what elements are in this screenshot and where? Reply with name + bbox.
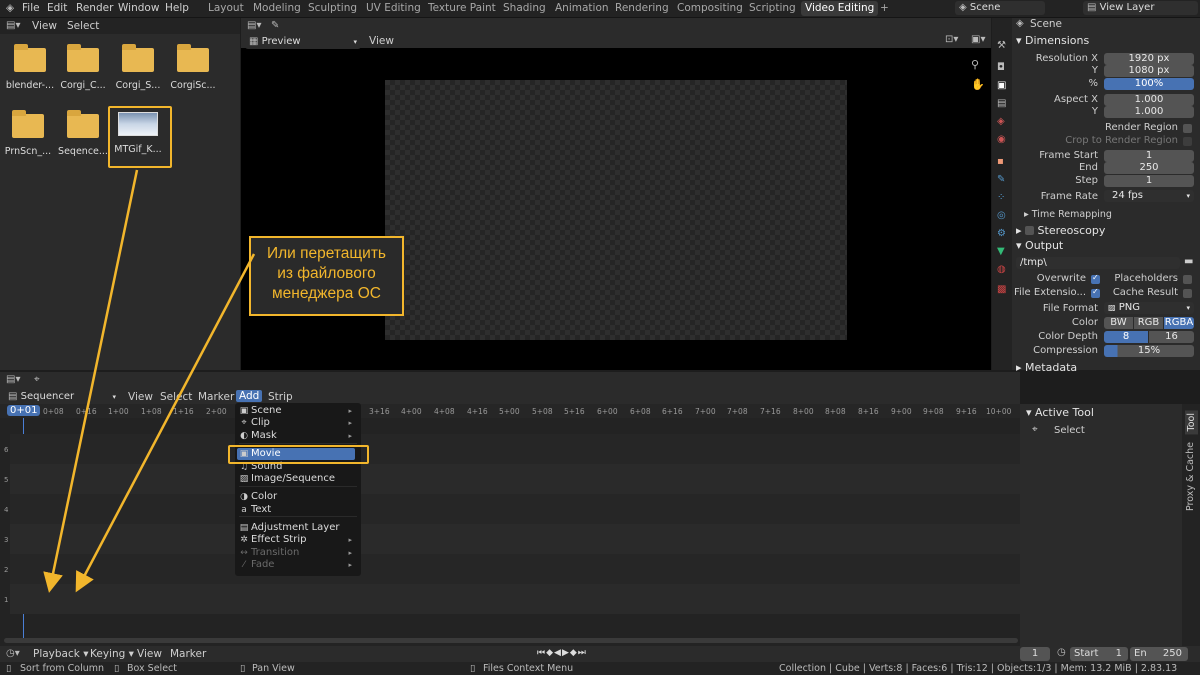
mouse-left-icon: ▯ — [6, 663, 12, 674]
clock-icon[interactable]: ◷ — [1057, 647, 1066, 658]
status-stats: Collection | Cube | Verts:8 | Faces:6 | … — [779, 663, 1178, 674]
start-frame-field[interactable]: Start 1 — [1070, 647, 1128, 661]
current-frame-field[interactable]: 1 — [1020, 647, 1050, 661]
jump-start-icon[interactable]: ⏮ — [537, 648, 546, 658]
next-keyframe-icon[interactable]: ◆ — [570, 648, 578, 658]
status-box-select-hint: Box Select — [127, 663, 177, 674]
editor-type-icon[interactable]: ◷▾ — [6, 648, 20, 659]
status-sort-hint: Sort from Column — [20, 663, 105, 674]
arrow-from-callout — [75, 253, 256, 593]
playback-controls: ⏮◆◀▶◆⏭ — [537, 648, 637, 660]
timeline-header: ◷▾ Playback ▾ Keying ▾ View Marker ⏮◆◀▶◆… — [0, 646, 1200, 662]
play-icon[interactable]: ▶ — [562, 648, 570, 658]
tl-menu-view[interactable]: View — [137, 648, 162, 660]
mouse-drag-icon: ▯ — [114, 663, 120, 674]
status-pan-hint: Pan View — [252, 663, 295, 674]
tl-menu-playback[interactable]: Playback ▾ — [33, 648, 88, 660]
play-reverse-icon[interactable]: ◀ — [554, 648, 562, 658]
tl-menu-keying[interactable]: Keying ▾ — [90, 648, 134, 660]
status-bar: ▯ Sort from Column ▯ Box Select ▯ Pan Vi… — [0, 662, 1200, 675]
status-context-hint: Files Context Menu — [483, 663, 574, 674]
arrow-from-file — [43, 169, 139, 593]
mouse-middle-icon: ▯ — [240, 663, 246, 674]
mouse-right-icon: ▯ — [470, 663, 476, 674]
end-frame-field[interactable]: En 250 — [1130, 647, 1188, 661]
tl-menu-marker[interactable]: Marker — [170, 648, 206, 660]
prev-keyframe-icon[interactable]: ◆ — [546, 648, 554, 658]
annotation-arrows — [43, 169, 256, 593]
jump-end-icon[interactable]: ⏭ — [578, 648, 587, 658]
